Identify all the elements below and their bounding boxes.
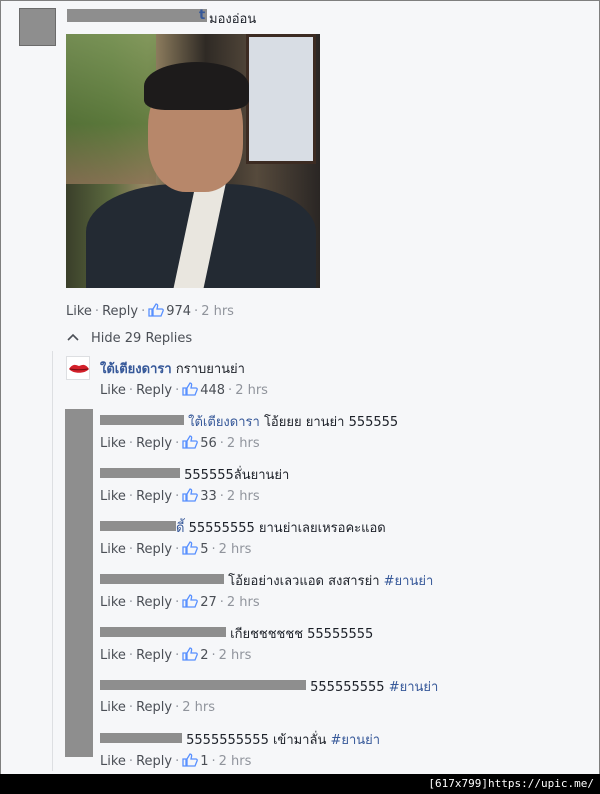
timestamp[interactable]: 2 hrs (235, 383, 268, 398)
timestamp[interactable]: 2 hrs (227, 595, 260, 610)
like-count: 448 (200, 383, 226, 398)
comment-actions: Like · Reply · 2 hrs (100, 700, 215, 715)
chevron-up-icon (67, 333, 79, 341)
hashtag[interactable]: #ยานย่า (389, 680, 439, 695)
comment-actions: Like · Reply · 56 · 2 hrs (100, 435, 260, 451)
like-link[interactable]: Like (100, 754, 126, 769)
reply-link[interactable]: Reply (136, 383, 172, 398)
comment-text: กราบยานย่า (175, 362, 245, 377)
reply-comment: 555555555 #ยานย่า (100, 676, 438, 697)
thumbs-up-icon[interactable] (148, 303, 165, 317)
like-count: 5 (200, 542, 209, 557)
comment-actions: Like · Reply · 448 · 2 hrs (100, 382, 268, 398)
thread-line (52, 351, 53, 771)
avatar[interactable] (66, 356, 90, 380)
redacted-name (100, 680, 306, 690)
avatar[interactable] (19, 8, 56, 46)
reply-link[interactable]: Reply (136, 595, 172, 610)
like-count: 56 (200, 436, 217, 451)
timestamp[interactable]: 2 hrs (219, 542, 252, 557)
like-link[interactable]: Like (100, 595, 126, 610)
reply-comment: 5555555555 เข้ามาลั่น #ยานย่า (100, 729, 380, 750)
thumbs-up-icon[interactable] (182, 594, 199, 608)
comment-actions: Like · Reply · 974 · 2 hrs (66, 303, 234, 319)
thumbs-up-icon[interactable] (182, 382, 199, 396)
timestamp[interactable]: 2 hrs (219, 648, 252, 663)
like-count: 33 (200, 489, 217, 504)
reply-link[interactable]: Reply (136, 489, 172, 504)
reply-link[interactable]: Reply (136, 542, 172, 557)
timestamp[interactable]: 2 hrs (227, 489, 260, 504)
redacted-name (100, 574, 224, 584)
reply-comment: โอ้ยอย่างเลวแอด สงสารย่า #ยานย่า (100, 570, 433, 591)
redacted-name (67, 9, 207, 22)
like-link[interactable]: Like (100, 542, 126, 557)
reply-comment: ใต้เตียงดารา กราบยานย่า (100, 358, 245, 379)
comment-text: 555555ลั่นยานย่า (184, 468, 290, 483)
like-link[interactable]: Like (100, 436, 126, 451)
like-link[interactable]: Like (100, 700, 126, 715)
comment-actions: Like · Reply · 2 · 2 hrs (100, 647, 252, 663)
hide-replies-label: Hide 29 Replies (91, 331, 193, 346)
redacted-avatars (65, 409, 93, 757)
comment-actions: Like · Reply · 5 · 2 hrs (100, 541, 252, 557)
mentioned-name[interactable]: ใต้เตียงดารา (188, 415, 260, 430)
photo-background-plant (66, 34, 156, 184)
redacted-name (100, 521, 176, 531)
reply-link[interactable]: Reply (136, 754, 172, 769)
photo-background-window (246, 34, 316, 164)
reply-comment: เกียชชชชชช 55555555 (100, 623, 373, 644)
hashtag[interactable]: #ยานย่า (330, 733, 380, 748)
comment-panel: t มองอ่อน Like · Reply · 974 · 2 hrs Hide 29 R… (0, 0, 600, 794)
comment-actions: Like · Reply · 1 · 2 hrs (100, 753, 252, 769)
lips-icon (69, 364, 89, 373)
hashtag[interactable]: #ยานย่า (384, 574, 434, 589)
comment-actions: Like · Reply · 33 · 2 hrs (100, 488, 260, 504)
thumbs-up-icon[interactable] (182, 541, 199, 555)
like-link[interactable]: Like (100, 648, 126, 663)
reply-comment: ใต้เตียงดารา โอ้ยยย ยานย่า 555555 (100, 411, 398, 432)
timestamp[interactable]: 2 hrs (227, 436, 260, 451)
like-count: 974 (166, 304, 192, 319)
reply-link[interactable]: Reply (136, 648, 172, 663)
comment-text: 555555555 (310, 680, 385, 695)
commenter-name[interactable]: ใต้เตียงดารา (100, 362, 172, 377)
commenter-name-tail[interactable]: ดี้ (176, 521, 184, 536)
like-count: 2 (200, 648, 209, 663)
thumbs-up-icon[interactable] (182, 647, 199, 661)
commenter-name[interactable]: t (199, 8, 205, 23)
reply-comment: ดี้ 55555555 ยานย่าเลยเหรอคะแอด (100, 517, 386, 538)
redacted-name (100, 415, 184, 425)
redacted-name (100, 733, 182, 743)
timestamp[interactable]: 2 hrs (201, 304, 234, 319)
comment-text: มองอ่อน (209, 12, 257, 27)
thumbs-up-icon[interactable] (182, 435, 199, 449)
comment-text: เกียชชชชชช 55555555 (230, 627, 374, 642)
comment-text: 55555555 ยานย่าเลยเหรอคะแอด (188, 521, 386, 536)
like-count: 27 (200, 595, 217, 610)
reply-link[interactable]: Reply (136, 436, 172, 451)
reply-comment: 555555ลั่นยานย่า (100, 464, 289, 485)
comment-text: โอ้ยอย่างเลวแอด สงสารย่า (228, 574, 380, 589)
comment-actions: Like · Reply · 27 · 2 hrs (100, 594, 260, 610)
like-count: 1 (200, 754, 209, 769)
hide-replies-button[interactable]: Hide 29 Replies (67, 331, 192, 346)
comment-text: โอ้ยยย ยานย่า 555555 (263, 415, 399, 430)
reply-link[interactable]: Reply (136, 700, 172, 715)
comment-photo[interactable] (66, 34, 320, 288)
thumbs-up-icon[interactable] (182, 753, 199, 767)
comment-text: 5555555555 เข้ามาลั่น (186, 733, 327, 748)
watermark: [617x799]https://upic.me/ (0, 774, 600, 794)
timestamp[interactable]: 2 hrs (182, 700, 215, 715)
redacted-name (100, 627, 226, 637)
reply-link[interactable]: Reply (102, 304, 138, 319)
like-link[interactable]: Like (100, 383, 126, 398)
redacted-name (100, 468, 180, 478)
photo-hair (144, 62, 249, 110)
thumbs-up-icon[interactable] (182, 488, 199, 502)
timestamp[interactable]: 2 hrs (219, 754, 252, 769)
like-link[interactable]: Like (100, 489, 126, 504)
like-link[interactable]: Like (66, 304, 92, 319)
